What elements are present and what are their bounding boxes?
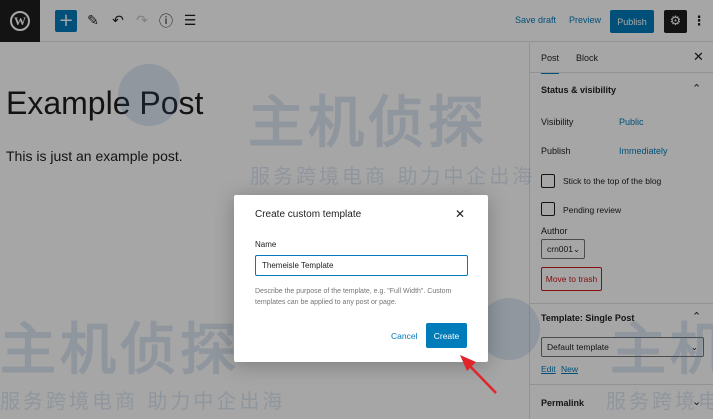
create-button[interactable]: Create <box>426 323 467 348</box>
create-template-modal: Create custom template ✕ Name Describe t… <box>234 195 488 362</box>
template-name-input[interactable] <box>255 255 468 276</box>
modal-title: Create custom template <box>255 209 362 220</box>
help-text: Describe the purpose of the template, e.… <box>255 288 452 306</box>
cancel-button[interactable]: Cancel <box>391 331 417 341</box>
name-label: Name <box>255 240 277 249</box>
close-icon[interactable]: ✕ <box>455 207 465 221</box>
